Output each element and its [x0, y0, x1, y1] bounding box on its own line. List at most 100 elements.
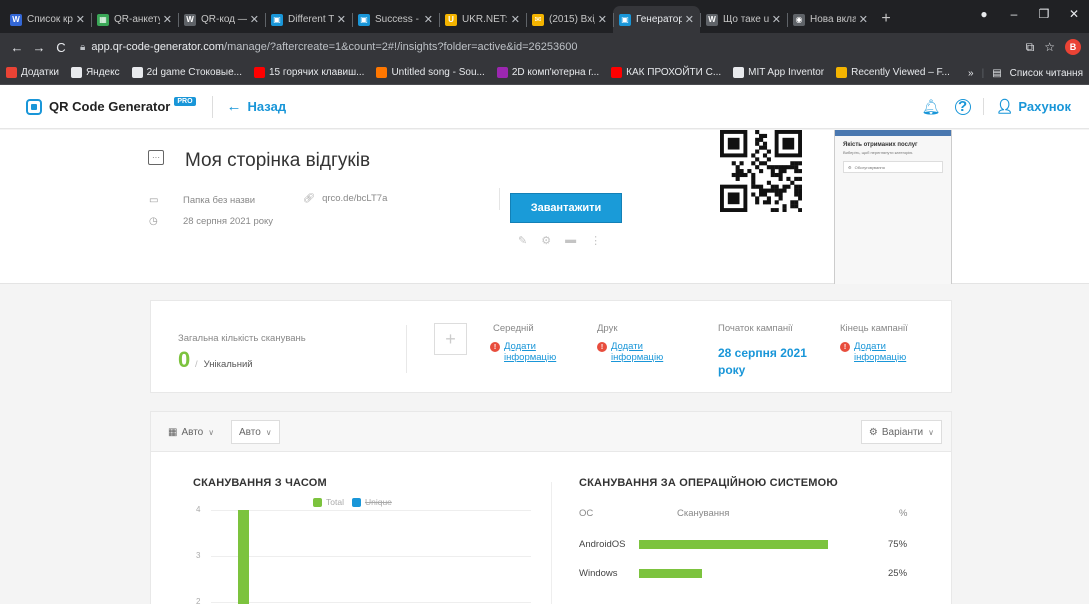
grid-line: [211, 602, 531, 603]
restore-icon[interactable]: ❐: [1029, 7, 1059, 21]
tab-close-icon[interactable]: ✕: [250, 13, 259, 26]
more-vertical-icon[interactable]: ⋮: [590, 234, 601, 247]
tab-close-icon[interactable]: ✕: [859, 13, 868, 26]
legend-total[interactable]: Total: [313, 497, 344, 507]
medium-add-info[interactable]: ! Додати інформацію: [490, 341, 560, 363]
date-range-dropdown[interactable]: ▦ Авто ∨: [161, 420, 221, 444]
help-icon[interactable]: ?: [954, 98, 971, 115]
reading-list-button[interactable]: Список читання: [1010, 68, 1083, 79]
scans-col-header: Сканування: [677, 508, 730, 519]
tab-label: Генератор С: [636, 14, 682, 25]
bookmark-label: 2D комп'ютерна г...: [511, 67, 600, 78]
bell-icon[interactable]: 🔔︎: [922, 98, 941, 116]
account-button[interactable]: 👤︎ Рахунок: [982, 98, 1071, 115]
interval-dropdown[interactable]: Авто ∨: [231, 420, 280, 444]
chevron-down-icon: ∨: [208, 427, 215, 437]
bookmark-item[interactable]: 2d game Стоковые...: [131, 67, 242, 78]
add-image-button[interactable]: +: [434, 323, 467, 355]
back-arrow-icon[interactable]: ←: [6, 40, 28, 55]
charts-panel: СКАНУВАННЯ З ЧАСОМ Total Unique 4 3 2 СКАН…: [150, 451, 952, 604]
browser-tab[interactable]: ▦ QR-анкетув✕: [91, 6, 178, 33]
profile-dot-icon[interactable]: ●: [969, 7, 999, 21]
tab-close-icon[interactable]: ✕: [163, 13, 172, 26]
forward-arrow-icon[interactable]: →: [28, 40, 50, 55]
pct-col-header: %: [899, 508, 908, 519]
bookmark-item[interactable]: MIT App Inventor: [733, 67, 824, 78]
address-bar-row: ← → C 🔒︎ app.qr-code-generator.com/manag…: [0, 33, 1089, 61]
url-input[interactable]: 🔒︎ app.qr-code-generator.com/manage/?aft…: [80, 36, 1026, 58]
browser-tab[interactable]: ▣ Success - QR✕: [352, 6, 439, 33]
new-tab-button[interactable]: +: [874, 6, 898, 33]
download-button[interactable]: Завантажити: [510, 193, 622, 223]
end-add-info-link[interactable]: Додати інформацію: [854, 341, 910, 363]
browser-tab[interactable]: W QR-код — Е✕: [178, 6, 265, 33]
browser-tab[interactable]: ▣ Генератор С✕: [613, 6, 700, 33]
tab-close-icon[interactable]: ✕: [772, 13, 781, 26]
charts-divider: [551, 482, 552, 604]
legend-total-swatch: [313, 497, 322, 507]
unique-text: Унікальний: [203, 359, 253, 370]
bookmark-item[interactable]: 15 горячих клавиш...: [253, 67, 364, 78]
browser-tab[interactable]: ▣ Different Typ✕: [265, 6, 352, 33]
tab-close-icon[interactable]: ✕: [76, 13, 85, 26]
back-link[interactable]: ← Назад: [227, 98, 287, 115]
scan-bar[interactable]: [238, 510, 249, 604]
legend-unique[interactable]: Unique: [351, 497, 392, 507]
pro-badge: PRO: [174, 97, 196, 106]
preview-subtitle: Виберіть, щоб переглянути категорію.: [843, 150, 914, 155]
folder-name[interactable]: Папка без назви: [183, 195, 255, 206]
tab-list: WСписок краї✕▦QR-анкетув✕WQR-код — Е✕▣Di…: [4, 6, 874, 33]
star-icon[interactable]: ☆: [1044, 40, 1055, 54]
reload-icon[interactable]: C: [50, 40, 72, 55]
minimize-icon[interactable]: –: [999, 7, 1029, 21]
print-add-info-link[interactable]: Додати інформацію: [611, 341, 667, 363]
tab-favicon-icon: ✉: [532, 13, 544, 26]
settings-icon[interactable]: ⚙: [541, 234, 551, 247]
y-tick-label: 3: [196, 551, 201, 560]
browser-tab[interactable]: U UKR.NET: Вс✕: [439, 6, 526, 33]
end-add-info[interactable]: ! Додати інформацію: [840, 341, 910, 363]
tab-close-icon[interactable]: ✕: [337, 13, 346, 26]
bookmark-item[interactable]: Recently Viewed – F...: [836, 67, 950, 78]
tab-close-icon[interactable]: ✕: [424, 13, 433, 26]
bookmark-item[interactable]: Додатки: [6, 67, 59, 78]
bookmark-item[interactable]: Untitled song - Sou...: [376, 67, 485, 78]
tab-favicon-icon: U: [445, 13, 457, 26]
tab-label: Список краї: [27, 14, 73, 25]
tab-favicon-icon: W: [10, 13, 22, 26]
bookmarks-more-button[interactable]: »: [968, 68, 974, 79]
browser-tab[interactable]: ◉ Нова вкладк✕: [787, 6, 874, 33]
bookmark-item[interactable]: Яндекс: [70, 67, 120, 78]
arrow-left-icon: ←: [226, 98, 242, 115]
browser-tab[interactable]: W Список краї✕: [4, 6, 91, 33]
tab-close-icon[interactable]: ✕: [511, 13, 520, 26]
options-label: Варіанти: [881, 426, 924, 438]
qr-code-image: [720, 130, 802, 212]
unique-label: / Унікальний: [195, 359, 253, 370]
browser-tab[interactable]: ✉ (2015) Вхідн✕: [526, 6, 613, 33]
os-name: Windows: [579, 568, 618, 579]
close-window-icon[interactable]: ✕: [1059, 7, 1089, 21]
translate-icon[interactable]: ⧉: [1026, 40, 1035, 55]
address-bar-actions: ⧉ ☆ B: [1026, 39, 1089, 55]
print-add-info[interactable]: ! Додати інформацію: [597, 341, 667, 363]
short-link[interactable]: qrco.de/bcLT7a: [322, 193, 387, 204]
options-dropdown[interactable]: ⚙ Варіанти ∨: [860, 420, 942, 444]
bookmark-item[interactable]: КАК ПРОХОЙТИ С...: [611, 67, 721, 78]
medium-add-info-link[interactable]: Додати інформацію: [504, 341, 560, 363]
url-host: app.qr-code-generator.com: [91, 41, 225, 53]
folder-move-icon[interactable]: ▬: [565, 234, 576, 247]
tab-favicon-icon: W: [184, 13, 196, 26]
os-name: AndroidOS: [579, 539, 626, 550]
link-icon: 🔗︎: [303, 193, 316, 204]
tab-close-icon[interactable]: ✕: [598, 13, 607, 26]
edit-pencil-icon[interactable]: ✎: [518, 234, 527, 247]
bookmarks-right: » | ▤ Список читання: [962, 61, 1089, 84]
tab-close-icon[interactable]: ✕: [685, 13, 694, 26]
brand-logo[interactable]: QR Code Generator PRO: [26, 97, 196, 115]
brand-name: QR Code Generator: [49, 99, 171, 114]
interval-label: Авто: [239, 426, 261, 438]
browser-tab[interactable]: W Що таке url✕: [700, 6, 787, 33]
bookmark-item[interactable]: 2D комп'ютерна г...: [496, 67, 600, 78]
profile-avatar[interactable]: B: [1065, 39, 1081, 55]
